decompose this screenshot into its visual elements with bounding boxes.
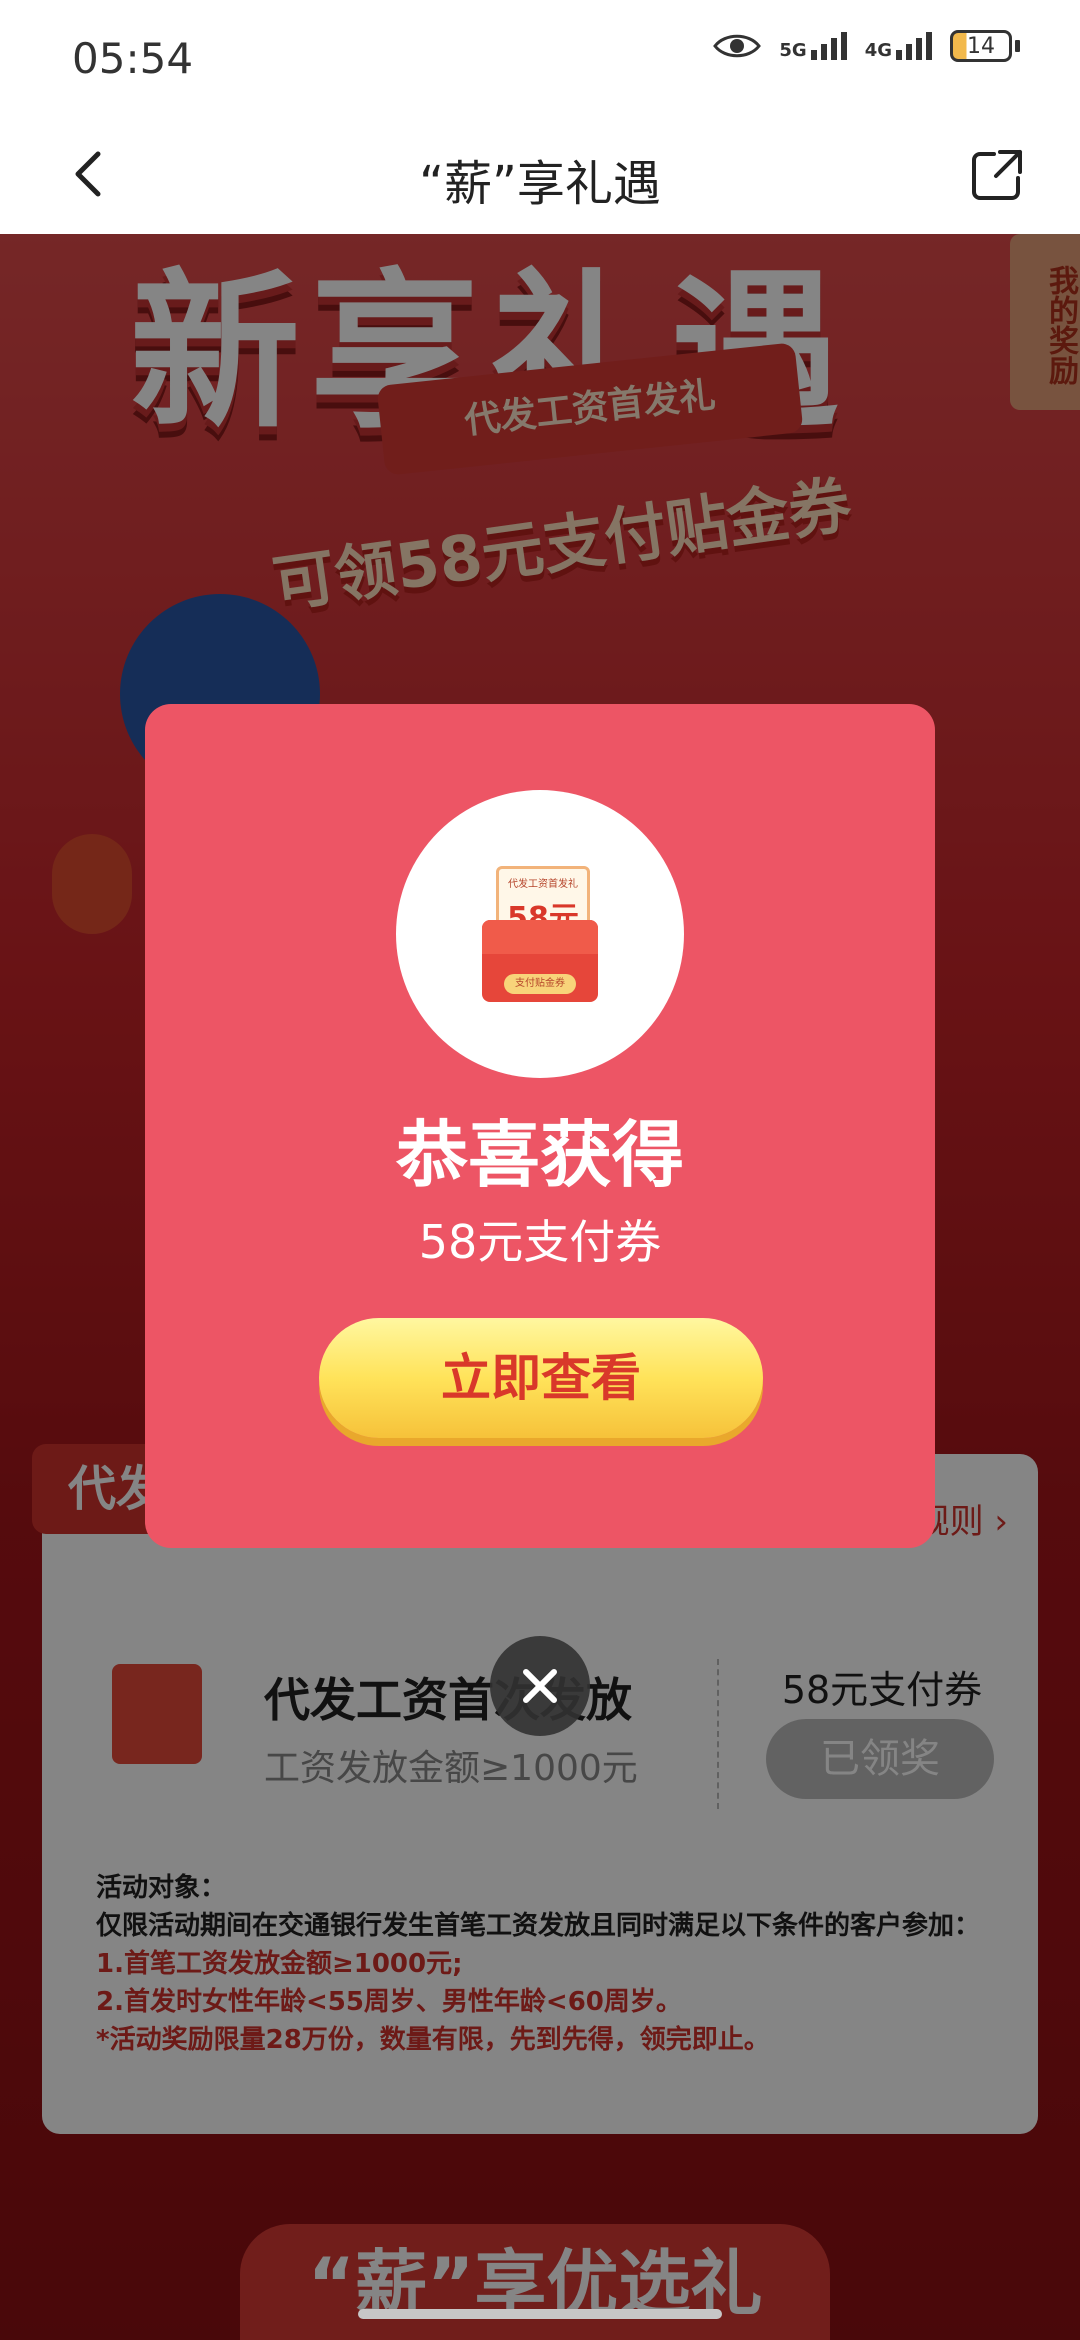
- page-title: “薪”享礼遇: [419, 156, 661, 212]
- reward-modal: 代发工资首发礼 58元 支付贴金券 恭喜获得 58元支付券 立即查看: [145, 704, 935, 1548]
- coupon-envelope-icon: 代发工资首发礼 58元 支付贴金券: [482, 866, 598, 1002]
- view-now-button[interactable]: 立即查看: [319, 1318, 763, 1438]
- modal-title: 恭喜获得: [395, 1113, 684, 1197]
- coupon-image-circle: 代发工资首发礼 58元 支付贴金券: [396, 790, 684, 1078]
- network-4g-label: 4G: [864, 40, 892, 61]
- coupon-pill: 支付贴金券: [504, 974, 576, 994]
- network-5g-label: 5G: [779, 40, 807, 61]
- eye-icon: [713, 34, 762, 58]
- status-time: 05:54: [72, 34, 194, 83]
- battery-icon: 14: [950, 30, 1020, 62]
- signal-bars-icon: [896, 32, 932, 60]
- signal-bars-icon: [810, 32, 847, 60]
- coupon-small-title: 代发工资首发礼: [508, 879, 578, 890]
- home-indicator[interactable]: [358, 2309, 722, 2319]
- close-icon: [523, 1669, 557, 1703]
- battery-level: 14: [967, 33, 995, 59]
- status-bar: 05:54 5G 4G 14: [0, 0, 1080, 120]
- status-icons: 5G 4G 14: [713, 30, 1020, 62]
- close-button[interactable]: [490, 1636, 590, 1736]
- modal-subtitle: 58元支付券: [418, 1215, 662, 1269]
- share-icon[interactable]: [964, 142, 1030, 208]
- nav-bar: “薪”享礼遇: [0, 120, 1080, 235]
